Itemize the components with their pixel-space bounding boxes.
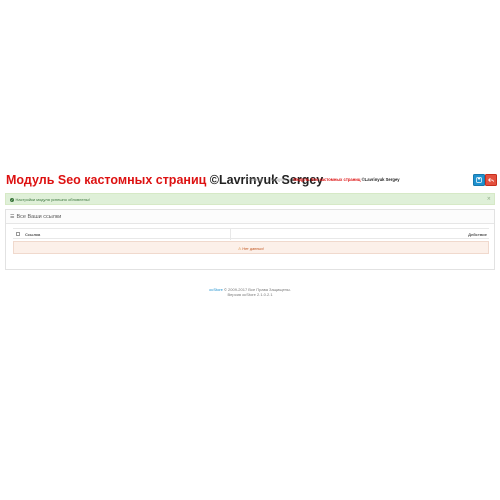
cancel-button[interactable] <box>485 174 497 186</box>
empty-message: ⚠Нет данных! <box>14 246 488 252</box>
save-icon <box>476 177 482 183</box>
footer: ocStore © 2009-2017 Все Права Защищены. … <box>0 287 500 297</box>
check-circle-icon: ✓ <box>10 197 14 202</box>
column-header-link[interactable]: Ссылка <box>25 232 40 238</box>
page-title-red: Модуль Seo кастомных страниц <box>6 173 207 187</box>
breadcrumb-separator: » <box>265 177 268 182</box>
page-header: Модуль Seo кастомных страниц ©Lavrinyuk … <box>6 172 497 188</box>
reply-icon <box>488 177 494 183</box>
save-button[interactable] <box>473 174 485 186</box>
alert-close-button[interactable]: × <box>487 196 491 203</box>
footer-brand-link[interactable]: ocStore <box>209 287 223 292</box>
empty-text: Нет данных! <box>242 246 265 251</box>
panel-title: ☰ Все Ваши ссылки <box>10 213 61 221</box>
success-alert: ✓ Настройки модуля успешно обновлены! × <box>5 193 495 205</box>
panel-heading: ☰ Все Ваши ссылки <box>6 210 494 224</box>
breadcrumb-home[interactable]: Главная <box>247 177 263 182</box>
warning-icon: ⚠ <box>237 246 242 251</box>
footer-version: Версия ocStore 2.1.0.2.1 <box>227 292 273 297</box>
panel-title-text: Все Ваши ссылки <box>16 214 62 220</box>
breadcrumb: Главная » Модули » Модуль Seo кастомных … <box>247 177 400 183</box>
column-divider <box>230 229 231 240</box>
links-table: Ссылка Действие ⚠Нет данных! <box>13 228 489 265</box>
list-icon: ☰ <box>10 214 15 220</box>
table-header: Ссылка Действие <box>13 228 489 240</box>
alert-text: Настройки модуля успешно обновлены! <box>15 197 90 202</box>
select-all-checkbox[interactable] <box>16 232 20 236</box>
page: Модуль Seo кастомных страниц ©Lavrinyuk … <box>0 0 500 500</box>
breadcrumb-modules[interactable]: Модули <box>271 177 286 182</box>
breadcrumb-module[interactable]: Модуль Seo кастомных страниц <box>293 177 360 182</box>
links-panel: ☰ Все Ваши ссылки Ссылка Действие ⚠Нет да… <box>5 209 495 270</box>
breadcrumb-module-author[interactable]: ©Lavrinyuk Sergey <box>360 177 400 182</box>
table-row-empty: ⚠Нет данных! <box>13 241 489 254</box>
column-header-actions: Действие <box>468 231 487 237</box>
alert-message: ✓ Настройки модуля успешно обновлены! <box>10 197 90 203</box>
breadcrumb-separator: » <box>288 177 291 182</box>
